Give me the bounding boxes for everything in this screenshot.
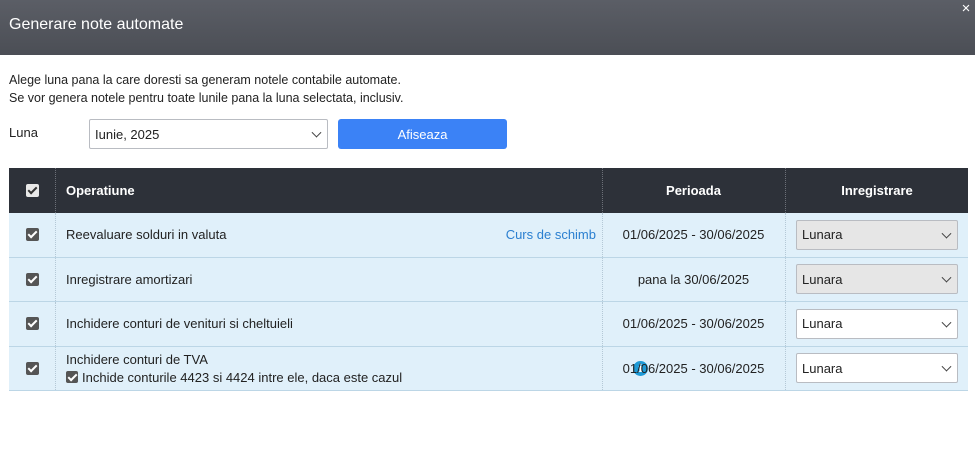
- curs-de-schimb-link[interactable]: Curs de schimb: [506, 227, 596, 242]
- inregistrare-select[interactable]: Lunara: [796, 353, 958, 384]
- perioada-cell: 01/06/2025 - 30/06/2025: [622, 316, 765, 332]
- header-checkbox-cell: [9, 168, 55, 213]
- inregistrare-select: Lunara: [796, 219, 958, 250]
- sub-option-checkbox[interactable]: [66, 371, 78, 384]
- row-checkbox[interactable]: [25, 317, 39, 331]
- inregistrare-select: Lunara: [796, 264, 958, 295]
- inregistrare-select-value: Lunara: [802, 360, 843, 376]
- column-divider: [55, 346, 56, 390]
- column-divider: [55, 257, 56, 301]
- chevron-down-icon: [941, 272, 952, 283]
- chevron-down-icon: [941, 361, 952, 372]
- inregistrare-cell: Lunara: [786, 347, 968, 391]
- inregistrare-cell: Lunara: [786, 258, 968, 302]
- inregistrare-cell: Lunara: [786, 302, 968, 346]
- row-checkbox-cell: [9, 258, 55, 302]
- luna-label: Luna: [9, 125, 38, 140]
- row-checkbox-cell: [9, 213, 55, 257]
- operatiune-label: Reevaluare solduri in valuta: [66, 227, 227, 243]
- table-header: Operatiune Perioada Inregistrare: [9, 168, 968, 213]
- column-divider: [55, 213, 56, 257]
- column-divider: [55, 168, 56, 213]
- row-checkbox-cell: [9, 302, 55, 346]
- inregistrare-cell: Lunara: [786, 213, 968, 257]
- chevron-down-icon: [311, 127, 322, 138]
- perioada-cell: 01/06/2025 - 30/06/2025: [622, 227, 765, 243]
- intro-text: Alege luna pana la care doresti sa gener…: [9, 71, 403, 107]
- close-icon[interactable]: ×: [959, 1, 973, 16]
- header-operatiune: Operatiune: [66, 183, 135, 198]
- dialog-header: Generare note automate ×: [0, 0, 975, 55]
- inregistrare-select-value: Lunara: [802, 227, 843, 243]
- luna-select[interactable]: Iunie, 2025: [89, 119, 328, 149]
- table-row: Inregistrare amortizari pana la 30/06/20…: [9, 257, 968, 302]
- luna-select-value: Iunie, 2025: [95, 126, 160, 142]
- dialog-title: Generare note automate: [9, 16, 184, 33]
- row-checkbox[interactable]: [25, 228, 39, 242]
- header-inregistrare: Inregistrare: [841, 183, 913, 198]
- table-row: Inchidere conturi de venituri si cheltui…: [9, 302, 968, 347]
- row-checkbox[interactable]: [25, 272, 39, 286]
- operatiune-label: Inregistrare amortizari: [66, 271, 193, 287]
- operatiune-cell: Inchidere conturi de TVA Inchide conturi…: [66, 347, 648, 391]
- header-perioada: Perioada: [666, 183, 721, 198]
- chevron-down-icon: [941, 317, 952, 328]
- inregistrare-select-value: Lunara: [802, 271, 843, 287]
- operatiune-cell: Inchidere conturi de venituri si cheltui…: [66, 302, 606, 346]
- inregistrare-select[interactable]: Lunara: [796, 308, 958, 339]
- operatiune-label: Inchidere conturi de TVA: [66, 351, 208, 367]
- afiseaza-button[interactable]: Afiseaza: [338, 119, 507, 149]
- sub-option: Inchide conturile 4423 si 4424 intre ele…: [66, 370, 402, 385]
- operatiune-cell: Reevaluare solduri in valuta Curs de sch…: [66, 213, 606, 257]
- intro-line-2: Se vor genera notele pentru toate lunile…: [9, 91, 404, 105]
- operatiune-label: Inchidere conturi de venituri si cheltui…: [66, 316, 293, 332]
- inregistrare-select-value: Lunara: [802, 316, 843, 332]
- column-divider: [55, 302, 56, 346]
- table-row: Inchidere conturi de TVA Inchide conturi…: [9, 346, 968, 391]
- perioada-cell: 01/06/2025 - 30/06/2025: [622, 360, 765, 376]
- row-checkbox-cell: [9, 347, 55, 391]
- sub-option-label: Inchide conturile 4423 si 4424 intre ele…: [82, 369, 403, 385]
- intro-line-1: Alege luna pana la care doresti sa gener…: [9, 73, 401, 87]
- select-all-checkbox[interactable]: [25, 184, 39, 197]
- operations-table: Operatiune Perioada Inregistrare Reevalu…: [9, 168, 968, 391]
- perioada-cell: pana la 30/06/2025: [637, 271, 750, 287]
- chevron-down-icon: [941, 228, 952, 239]
- operatiune-cell: Inregistrare amortizari: [66, 258, 606, 302]
- row-checkbox[interactable]: [25, 361, 39, 375]
- table-row: Reevaluare solduri in valuta Curs de sch…: [9, 213, 968, 258]
